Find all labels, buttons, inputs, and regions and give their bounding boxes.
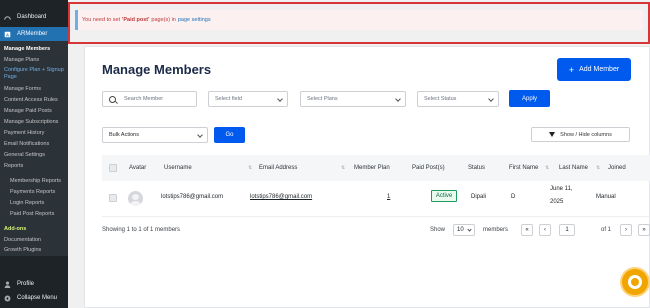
col-email[interactable]: Email Address [259, 165, 297, 171]
sidebar-item-armember[interactable]: A ARMember [0, 27, 68, 41]
page-title: Manage Members [102, 62, 212, 77]
col-first-name[interactable]: First Name [509, 165, 538, 171]
sidebar-item-dashboard[interactable]: Dashboard [0, 9, 68, 25]
col-status: Status [468, 165, 486, 171]
showing-count: Showing 1 to 1 of 1 members [102, 227, 181, 233]
paid-post-notice: You need to set 'Paid post' page(s) in p… [75, 10, 643, 30]
sidebar-item-manage-plans[interactable]: Manage Plans [0, 54, 68, 65]
search-icon [109, 95, 116, 103]
sidebar-item-reports[interactable]: Reports [0, 160, 68, 171]
cell-first-name: D [511, 194, 516, 200]
search-input[interactable]: Search Member [102, 91, 197, 107]
page-number-input[interactable]: 1 [559, 224, 575, 236]
chevron-down-icon [467, 227, 472, 232]
next-page-button[interactable]: › [620, 224, 632, 236]
sort-icon[interactable]: ⇅ [248, 165, 252, 171]
prev-page-button[interactable]: ‹ [539, 224, 551, 236]
sidebar-item-addons[interactable]: Add-ons [0, 223, 68, 234]
col-username[interactable]: Username [164, 165, 192, 171]
sidebar-item-growth-plugins[interactable]: Growth Plugins [0, 245, 68, 256]
col-member-plan: Member Plan [354, 165, 390, 171]
dashboard-icon [4, 14, 11, 21]
cell-last-name-line1: June 11, [550, 186, 573, 192]
svg-text:A: A [6, 32, 9, 37]
members-label: members [483, 227, 509, 233]
armember-submenu: Manage Members Manage Plans Configure Pl… [0, 41, 68, 256]
show-label: Show [430, 227, 446, 233]
show-hide-columns-button[interactable]: Show / Hide columns [531, 127, 630, 142]
cell-joined: Manual [596, 194, 616, 200]
first-page-button[interactable]: « [521, 224, 533, 236]
sidebar-item-paid-posts[interactable]: Manage Paid Posts [0, 105, 68, 116]
last-page-button[interactable]: » [638, 224, 650, 236]
sidebar-item-payment-history[interactable]: Payment History [0, 127, 68, 138]
select-plans-dropdown[interactable]: Select Plans [300, 91, 406, 107]
collapse-menu-button[interactable]: Collapse Menu [0, 291, 68, 305]
help-bubble-button[interactable] [622, 269, 648, 295]
sidebar-item-content-access[interactable]: Content Access Rules [0, 94, 68, 105]
chevron-down-icon [197, 132, 203, 138]
sidebar-item-membership-reports[interactable]: Membership Reports [0, 175, 68, 186]
select-field-dropdown[interactable]: Select field [208, 91, 288, 107]
sidebar-item-configure-plan[interactable]: Configure Plan + Signup Page [0, 65, 68, 83]
sidebar-item-subscriptions[interactable]: Manage Subscriptions [0, 116, 68, 127]
sidebar-item-paid-post-reports[interactable]: Paid Post Reports [0, 208, 68, 219]
per-page-select[interactable]: 10 [453, 224, 475, 236]
manage-members-panel: Manage Members + Add Member Search Membe… [84, 46, 650, 308]
lifebuoy-icon [628, 275, 642, 289]
go-button[interactable]: Go [214, 127, 245, 143]
table-header: Avatar Username ⇅ Email Address ⇅ Member… [102, 155, 650, 181]
row-checkbox[interactable] [109, 194, 117, 202]
collapse-icon [4, 295, 11, 302]
select-all-checkbox[interactable] [109, 164, 117, 172]
sidebar-item-general-settings[interactable]: General Settings [0, 149, 68, 160]
chevron-down-icon [395, 96, 401, 102]
apply-button[interactable]: Apply [509, 90, 550, 107]
notice-highlight: You need to set 'Paid post' page(s) in p… [68, 2, 650, 44]
sidebar-item-payments-reports[interactable]: Payments Reports [0, 186, 68, 197]
table-row[interactable]: lotstips786@gmail.com lotstips786@gmail.… [102, 181, 650, 217]
cell-member-plan[interactable]: 1 [387, 194, 390, 200]
sidebar-item-manage-forms[interactable]: Manage Forms [0, 83, 68, 94]
col-paid-posts: Paid Post(s) [412, 165, 445, 171]
plus-icon: + [568, 64, 575, 75]
armember-icon: A [4, 31, 11, 38]
chevron-down-icon [277, 96, 283, 102]
col-joined: Joined [608, 165, 626, 171]
admin-sidebar: Dashboard A ARMember Manage Members Mana… [0, 0, 68, 308]
filter-icon [549, 132, 556, 137]
page-settings-link[interactable]: page settings [178, 17, 211, 23]
sort-icon[interactable]: ⇅ [545, 165, 549, 171]
sort-icon[interactable]: ⇅ [341, 165, 345, 171]
sidebar-item-login-reports[interactable]: Login Reports [0, 197, 68, 208]
select-status-dropdown[interactable]: Select Status [417, 91, 499, 107]
cell-username[interactable]: lotstips786@gmail.com [161, 194, 223, 200]
col-last-name[interactable]: Last Name [559, 165, 588, 171]
cell-email[interactable]: lotstips786@gmail.com [250, 194, 312, 200]
bulk-actions-dropdown[interactable]: Bulk Actions [102, 127, 208, 143]
avatar [128, 191, 143, 206]
status-badge: Active [431, 190, 457, 202]
profile-icon [4, 281, 11, 288]
add-member-button[interactable]: + Add Member [557, 58, 631, 81]
sidebar-item-email-notifications[interactable]: Email Notifications [0, 138, 68, 149]
sort-icon[interactable]: ⇅ [596, 165, 600, 171]
sidebar-item-documentation[interactable]: Documentation [0, 234, 68, 245]
sidebar-item-manage-members[interactable]: Manage Members [0, 43, 68, 54]
col-avatar: Avatar [129, 165, 147, 171]
cell-status: Dipali [471, 194, 487, 200]
chevron-down-icon [488, 96, 494, 102]
cell-last-name-line2: 2025 [550, 199, 564, 205]
sidebar-item-profile[interactable]: Profile [0, 277, 68, 291]
page-of-label: of 1 [601, 227, 612, 233]
